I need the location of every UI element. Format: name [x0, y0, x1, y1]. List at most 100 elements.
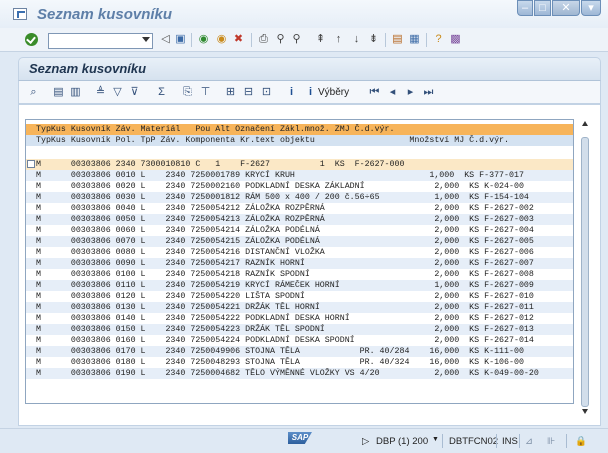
list-row[interactable]: M 00303806 0110 L 2340 7250054219 KRYCÍ …: [26, 280, 573, 291]
separator: [191, 33, 192, 47]
list-row[interactable]: M 00303806 0050 L 2340 7250054213 ZÁLOŽK…: [26, 214, 573, 225]
page-title: Seznam kusovníku: [29, 61, 147, 76]
play-icon[interactable]: ▷: [362, 436, 369, 447]
last-page-icon[interactable]: ⇟: [366, 32, 381, 47]
back-icon[interactable]: ◉: [196, 32, 211, 47]
selections-button-label[interactable]: Výběry: [318, 87, 349, 98]
list-row[interactable]: M 00303806 0080 L 2340 7250054216 DISTAN…: [26, 247, 573, 258]
header-item-text: M 00303806 2340 7300010810 C 1 F-2627 1 …: [36, 160, 405, 169]
chevron-down-icon[interactable]: [142, 37, 150, 42]
sap-logo: SAP: [288, 432, 312, 444]
layout-icon[interactable]: ⊞: [223, 85, 238, 100]
enter-button[interactable]: [24, 32, 39, 47]
detail-icon[interactable]: ⌕: [26, 85, 41, 100]
exit-icon[interactable]: ◉: [214, 32, 229, 47]
shortcut-icon[interactable]: ▦: [407, 32, 422, 47]
export-icon[interactable]: ⎘: [180, 85, 195, 100]
filter-icon[interactable]: ▽: [110, 85, 125, 100]
status-chart-icon: ⊪: [547, 436, 556, 447]
maximize-button[interactable]: □: [534, 0, 551, 16]
save-layout-icon[interactable]: ⊡: [259, 85, 274, 100]
first-page-icon[interactable]: ⇞: [313, 32, 328, 47]
scroll-up-icon[interactable]: [582, 121, 588, 126]
chevron-down-icon[interactable]: ▼: [432, 436, 439, 443]
list-row[interactable]: M 00303806 0060 L 2340 7250054214 ZÁLOŽK…: [26, 225, 573, 236]
print-icon[interactable]: ⎙: [256, 32, 271, 47]
standard-toolbar: ◁ ▣ ◉ ◉ ✖ ⎙ ⚲ ⚲ ⇞ ↑ ↓ ⇟ ▤ ▦ ? ▩: [0, 28, 608, 52]
list-header-line-1: TypKus Kusovník Záv. Materiál Pou Alt Oz…: [26, 124, 573, 135]
list-row[interactable]: M 00303806 0040 L 2340 7250054212 ZÁLOŽK…: [26, 203, 573, 214]
lock-icon[interactable]: 🔒: [575, 436, 587, 447]
cancel-icon[interactable]: ✖: [231, 32, 246, 47]
next-page-icon[interactable]: ↓: [349, 32, 364, 47]
separator: [442, 434, 443, 448]
list-row[interactable]: M 00303806 0090 L 2340 7250054217 RAZNÍK…: [26, 258, 573, 269]
restore-button[interactable]: ▾: [581, 0, 601, 16]
title-bar: Seznam kusovníku – □ ✕ ▾: [0, 0, 608, 28]
list-row[interactable]: M 00303806 0010 L 2340 7250001789 KRYCÍ …: [26, 170, 573, 181]
list-row[interactable]: M 00303806 0100 L 2340 7250054218 RAZNÍK…: [26, 269, 573, 280]
list-header-line-2: TypKus Kusovník Pol. TpP Záv. Komponenta…: [26, 135, 573, 146]
scroll-thumb[interactable]: [581, 137, 589, 407]
status-bar: SAP ▷ DBP (1) 200 ▼ DBTFCN02 INS ⊿ ⊪ 🔒: [0, 428, 608, 453]
list-row[interactable]: M 00303806 0020 L 2340 7250002160 PODKLA…: [26, 181, 573, 192]
first-page-icon[interactable]: ⏮: [367, 85, 382, 100]
scroll-down-icon[interactable]: [582, 409, 588, 414]
status-graph-icon: ⊿: [525, 436, 533, 447]
sort-ascending-icon[interactable]: ≜: [93, 85, 108, 100]
create-session-icon[interactable]: ▤: [390, 32, 405, 47]
separator: [496, 434, 497, 448]
select-all-icon[interactable]: ▤: [51, 85, 66, 100]
help-icon[interactable]: ?: [431, 32, 446, 47]
system-info[interactable]: DBP (1) 200: [376, 436, 428, 447]
previous-page-icon[interactable]: ◂: [385, 85, 400, 100]
vertical-scrollbar[interactable]: [580, 119, 591, 421]
list-row[interactable]: M 00303806 0070 L 2340 7250054215 ZÁLOŽK…: [26, 236, 573, 247]
list-row[interactable]: M 00303806 0030 L 2340 7250001812 RÁM 50…: [26, 192, 573, 203]
minimize-button[interactable]: –: [517, 0, 533, 16]
sum-icon[interactable]: Σ: [154, 85, 169, 100]
separator: [385, 33, 386, 47]
close-button[interactable]: ✕: [552, 0, 580, 16]
find-next-icon[interactable]: ⚲: [289, 32, 304, 47]
window-title: Seznam kusovníku: [37, 6, 173, 23]
insert-mode[interactable]: INS: [502, 436, 518, 447]
separator: [426, 33, 427, 47]
separator: [566, 434, 567, 448]
find-icon[interactable]: ⚲: [273, 32, 288, 47]
next-page-icon[interactable]: ▸: [403, 85, 418, 100]
list-row[interactable]: M 00303806 0130 L 2340 7250054221 DRŽÁK …: [26, 302, 573, 313]
list-row[interactable]: M 00303806 0170 L 2340 7250049906 STOJNA…: [26, 346, 573, 357]
selections-icon[interactable]: i: [303, 85, 318, 100]
bom-list: TypKus Kusovník Záv. Materiál Pou Alt Oz…: [25, 119, 574, 404]
separator: [251, 33, 252, 47]
application-toolbar: ⌕ ▤ ▥ ≜ ▽ ⊽ Σ ⎘ ⊤ ⊞ ⊟ ⊡ i i Výběry ⏮ ◂ ▸…: [18, 80, 601, 104]
list-row[interactable]: M 00303806 0120 L 2340 7250054220 LIŠTA …: [26, 291, 573, 302]
collapse-icon[interactable]: ◁: [158, 32, 173, 47]
previous-page-icon[interactable]: ↑: [331, 32, 346, 47]
main-content: TypKus Kusovník Záv. Materiál Pou Alt Oz…: [18, 104, 601, 426]
list-rows: M 00303806 0010 L 2340 7250001789 KRYCÍ …: [26, 170, 573, 379]
deselect-all-icon[interactable]: ▥: [68, 85, 83, 100]
list-row[interactable]: M 00303806 0160 L 2340 7250054224 PODKLA…: [26, 335, 573, 346]
list-row[interactable]: M 00303806 0140 L 2340 7250054222 PODKLA…: [26, 313, 573, 324]
info-icon[interactable]: i: [284, 85, 299, 100]
exit-icon[interactable]: [13, 8, 27, 20]
list-row[interactable]: M 00303806 0180 L 2340 7250048293 STOJNA…: [26, 357, 573, 368]
change-layout-icon[interactable]: ⊟: [241, 85, 256, 100]
command-field[interactable]: [48, 33, 153, 49]
set-filter-icon[interactable]: ⊽: [127, 85, 142, 100]
check-icon: [25, 33, 38, 46]
save-icon[interactable]: ▣: [173, 32, 188, 47]
print-preview-icon[interactable]: ⊤: [198, 85, 213, 100]
last-page-icon[interactable]: ⏭: [421, 85, 436, 100]
list-row[interactable]: M 00303806 0190 L 2340 7250004682 TĚLO V…: [26, 368, 573, 379]
list-row[interactable]: M 00303806 0150 L 2340 7250054223 DRŽÁK …: [26, 324, 573, 335]
separator: [519, 434, 520, 448]
select-checkbox[interactable]: [27, 160, 35, 168]
screen-header: Seznam kusovníku: [18, 57, 601, 80]
server-name: DBTFCN02: [449, 436, 499, 447]
header-item-row[interactable]: M 00303806 2340 7300010810 C 1 F-2627 1 …: [26, 159, 573, 170]
customize-icon[interactable]: ▩: [448, 32, 463, 47]
